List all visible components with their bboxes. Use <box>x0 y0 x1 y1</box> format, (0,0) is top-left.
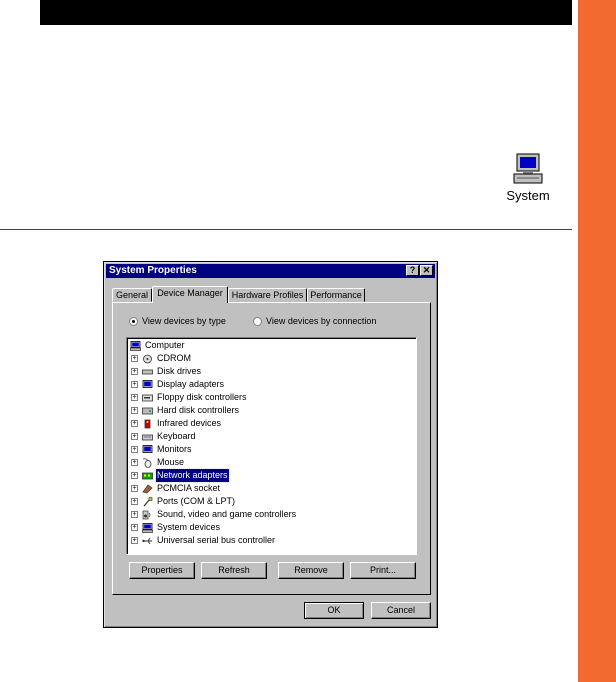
expand-icon[interactable]: + <box>131 433 138 440</box>
device-tree[interactable]: Computer + CDROM + Disk drives + Display ad… <box>126 337 417 555</box>
computer-icon <box>130 340 141 351</box>
tree-item-label: Hard disk controllers <box>157 405 240 415</box>
tree-item-label: Ports (COM & LPT) <box>157 496 236 506</box>
print-button[interactable]: Print... <box>350 562 416 579</box>
help-button[interactable]: ? <box>406 265 419 276</box>
computer-icon <box>513 153 543 184</box>
hard-disk-controller-icon <box>142 407 153 414</box>
view-by-type-label: View devices by type <box>142 316 226 326</box>
system-devices-icon <box>142 522 153 533</box>
side-accent-strip <box>578 0 616 682</box>
view-by-connection-option[interactable]: View devices by connection <box>253 316 376 326</box>
tree-item[interactable]: + Display adapters <box>131 378 225 391</box>
tree-item[interactable]: + Keyboard <box>131 430 197 443</box>
expand-icon[interactable]: + <box>131 459 138 466</box>
pcmcia-icon <box>142 484 153 493</box>
tree-item[interactable]: + Infrared devices <box>131 417 222 430</box>
tree-item[interactable]: + Mouse <box>131 456 185 469</box>
tab-hardware-profiles[interactable]: Hardware Profiles <box>228 288 307 302</box>
dialog-title: System Properties <box>109 265 197 276</box>
dialog-titlebar[interactable]: System Properties ? ✕ <box>106 264 435 278</box>
expand-icon[interactable]: + <box>131 368 138 375</box>
tree-item[interactable]: + PCMCIA socket <box>131 482 221 495</box>
divider <box>0 229 572 230</box>
tree-item[interactable]: + CDROM <box>131 352 192 365</box>
close-button[interactable]: ✕ <box>420 265 433 276</box>
tree-item-label: CDROM <box>157 353 191 363</box>
expand-icon[interactable]: + <box>131 355 138 362</box>
expand-icon[interactable]: + <box>131 420 138 427</box>
expand-icon[interactable]: + <box>131 498 138 505</box>
expand-icon[interactable]: + <box>131 394 138 401</box>
tree-item-label: Floppy disk controllers <box>157 392 247 402</box>
tab-device-manager[interactable]: Device Manager <box>152 286 228 303</box>
properties-button[interactable]: Properties <box>129 562 195 579</box>
expand-icon[interactable]: + <box>131 446 138 453</box>
remove-button[interactable]: Remove <box>278 562 344 579</box>
tree-item-label: Keyboard <box>157 431 196 441</box>
ok-button[interactable]: OK <box>304 602 364 619</box>
view-by-connection-label: View devices by connection <box>266 316 377 326</box>
cancel-button[interactable]: Cancel <box>371 602 431 619</box>
tree-item[interactable]: + Disk drives <box>131 365 202 378</box>
tab-general[interactable]: General <box>112 288 152 302</box>
tree-item[interactable]: + Floppy disk controllers <box>131 391 248 404</box>
floppy-controller-icon <box>142 394 153 401</box>
tree-item-label: Monitors <box>157 444 192 454</box>
ports-icon <box>143 496 153 506</box>
tree-root-computer[interactable]: Computer <box>130 339 186 352</box>
tree-item[interactable]: + Monitors <box>131 443 193 456</box>
expand-icon[interactable]: + <box>131 407 138 414</box>
tree-item-label: PCMCIA socket <box>157 483 221 493</box>
header-bar <box>40 0 572 25</box>
display-adapter-icon <box>142 379 153 388</box>
tree-item-label: Universal serial bus controller <box>157 535 276 545</box>
disk-drive-icon <box>142 369 153 374</box>
radio-button-selected[interactable] <box>129 316 138 326</box>
expand-icon[interactable]: + <box>131 537 138 544</box>
sound-icon <box>142 510 151 519</box>
tree-item-label: Infrared devices <box>157 418 222 428</box>
usb-icon <box>142 537 152 544</box>
tree-item[interactable]: + Ports (COM & LPT) <box>131 495 236 508</box>
cdrom-icon <box>143 354 152 363</box>
system-icon-label: System <box>506 188 550 203</box>
tree-item-selected[interactable]: + Network adapters <box>131 468 230 483</box>
expand-icon[interactable]: + <box>131 381 138 388</box>
tree-item[interactable]: + Universal serial bus controller <box>131 534 276 547</box>
system-desktop-icon[interactable]: System <box>500 152 556 203</box>
system-properties-dialog: System Properties ? ✕ General Device Man… <box>103 261 438 628</box>
infrared-icon <box>144 419 151 428</box>
tab-performance[interactable]: Performance <box>307 288 365 302</box>
tree-item-label: Disk drives <box>157 366 202 376</box>
network-adapter-icon <box>142 472 153 479</box>
tree-item[interactable]: + Hard disk controllers <box>131 404 240 417</box>
refresh-button[interactable]: Refresh <box>201 562 267 579</box>
tree-item-label: Sound, video and game controllers <box>157 509 297 519</box>
keyboard-icon <box>142 434 153 440</box>
view-by-type-option[interactable]: View devices by type <box>129 316 226 326</box>
radio-button[interactable] <box>253 316 262 326</box>
expand-icon[interactable]: + <box>131 511 138 518</box>
tree-item-label: Display adapters <box>157 379 225 389</box>
expand-icon[interactable]: + <box>131 524 138 531</box>
tree-item[interactable]: + Sound, video and game controllers <box>131 508 297 521</box>
tree-item[interactable]: + System devices <box>131 521 221 534</box>
tree-item-label: Network adapters <box>155 468 230 483</box>
device-manager-panel: View devices by type View devices by con… <box>112 302 431 595</box>
expand-icon[interactable]: + <box>131 472 138 479</box>
mouse-icon <box>142 457 152 468</box>
monitor-icon <box>142 444 153 453</box>
tree-item-label: System devices <box>157 522 221 532</box>
expand-icon[interactable]: + <box>131 485 138 492</box>
tree-item-label: Mouse <box>157 457 185 467</box>
tree-root-label: Computer <box>145 340 185 350</box>
